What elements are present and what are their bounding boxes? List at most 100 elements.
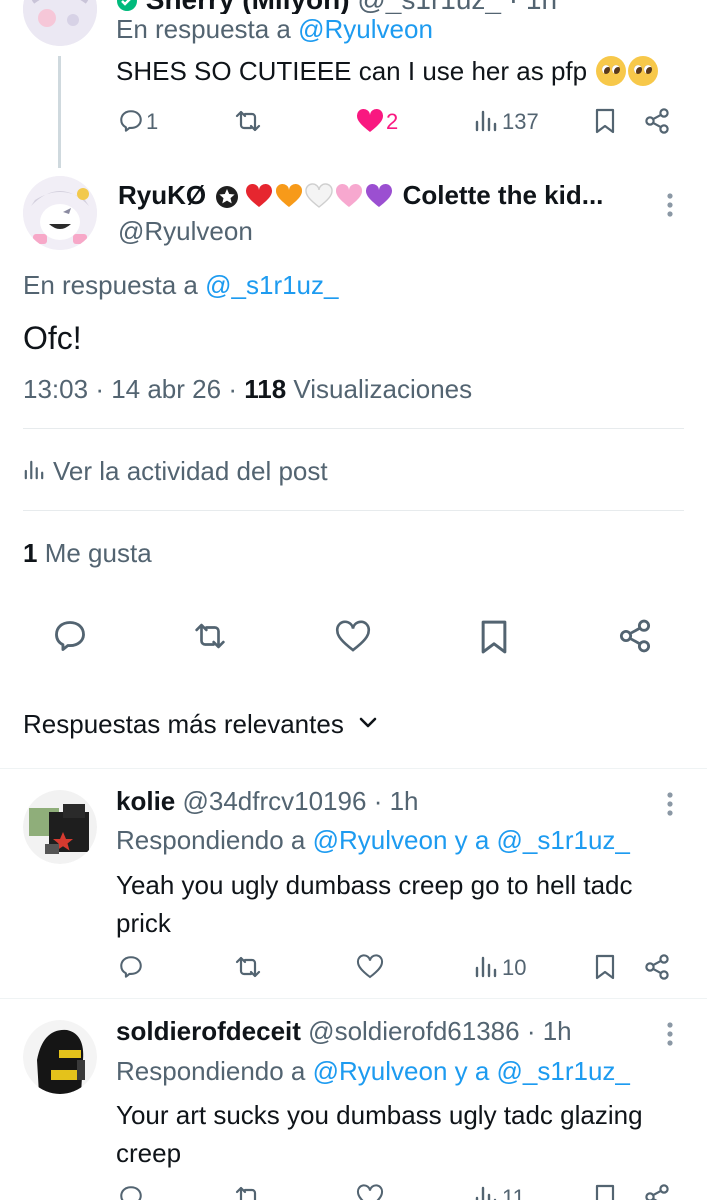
reply-text-line: prick [116,908,171,938]
pleading-face-emoji [628,56,659,86]
chevron-down-icon [359,717,379,731]
author-handle[interactable]: @34dfrcv10196 [182,786,366,816]
bookmark-icon[interactable] [594,1183,616,1200]
avatar-art [23,176,97,250]
more-icon[interactable] [666,192,674,218]
likes-count: 1 [23,538,38,568]
views-count: 10 [502,955,527,980]
reply-context: En respuesta a @_s1r1uz_ [23,270,338,301]
reply-text: Yeah you ugly dumbass creep go to hell t… [116,866,633,942]
reply-icon[interactable] [118,1184,144,1200]
tweet-meta: 13:03 · 14 abr 26 · 118 Visualizaciones [23,374,472,405]
share-icon[interactable] [644,107,670,135]
like-icon[interactable] [334,620,372,654]
reply-text-line: Yeah you ugly dumbass creep go to hell t… [116,870,633,900]
author-name[interactable]: RyuKØ [118,180,206,210]
divider [0,768,707,769]
divider [23,428,684,429]
reply-prefix: En respuesta a [116,14,291,44]
parent-header: Sherry (Miiyon) @_s1r1uz_ · 1h [116,0,557,14]
share-icon[interactable] [618,618,652,654]
views-icon [23,460,47,482]
reply-icon[interactable] [118,108,144,134]
views-count: 137 [502,109,539,134]
orange-heart-emoji [275,183,303,209]
post-activity-link[interactable]: Ver la actividad del post [23,456,328,487]
verified-icon [116,0,138,12]
white-heart-emoji [305,183,334,209]
reply-text-line: creep [116,1138,182,1168]
author-name[interactable]: kolie [116,786,175,816]
more-icon[interactable] [666,1021,674,1047]
purple-heart-emoji [365,183,393,209]
divider [23,510,684,511]
bookmark-icon[interactable] [479,618,509,656]
share-icon[interactable] [644,1183,670,1200]
avatar-art [23,0,97,46]
bookmark-icon[interactable] [594,953,616,981]
reply-prefix: En respuesta a [23,270,198,300]
reply-time[interactable]: · 1h [527,1016,572,1046]
reply-handles-link[interactable]: @Ryulveon y a @_s1r1uz_ [313,825,630,855]
meta-dot: · [228,374,245,404]
author-name[interactable]: soldierofdeceit [116,1016,301,1046]
activity-label[interactable]: Ver la actividad del post [53,456,328,486]
retweet-icon[interactable] [232,1183,264,1200]
avatar-art [23,1020,97,1094]
pleading-face-emoji [596,56,627,86]
tweet-text: Ofc! [23,320,82,356]
author-name-tail[interactable]: Colette the kid... [403,180,604,210]
avatar[interactable] [23,176,97,250]
avatar-art [23,790,97,864]
thread-line [58,56,61,168]
views-icon[interactable] [474,110,498,132]
sort-label: Respuestas más relevantes [23,709,344,739]
like-icon[interactable] [356,954,384,980]
reply-text: Your art sucks you dumbass ugly tadc gla… [116,1096,643,1172]
views-icon[interactable] [474,1186,498,1200]
tweet-time[interactable]: 13:03 [23,374,88,404]
reply-handle-link[interactable]: @Ryulveon [298,14,433,44]
retweet-icon[interactable] [232,953,264,981]
tweet-date[interactable]: 14 abr 26 [111,374,221,404]
reply-icon[interactable] [52,618,88,654]
views-label: Visualizaciones [293,374,473,404]
views-icon[interactable] [474,956,498,978]
avatar[interactable] [23,790,97,864]
reply-prefix: Respondiendo a [116,825,306,855]
reply-time[interactable]: · 1h [374,786,419,816]
reply-handle-link[interactable]: @_s1r1uz_ [205,270,338,300]
avatar[interactable] [23,0,97,46]
reply-context: En respuesta a @Ryulveon [116,14,433,45]
share-icon[interactable] [644,953,670,981]
like-icon[interactable] [356,1184,384,1200]
views-count: 118 [244,374,287,404]
author-handle[interactable]: @Ryulveon [118,216,253,247]
reply-icon[interactable] [118,954,144,980]
author-name[interactable]: Sherry (Miiyon) [146,0,350,14]
reply-prefix: Respondiendo a [116,1056,306,1086]
meta-dot: · [95,374,112,404]
reply-context: Respondiendo a @Ryulveon y a @_s1r1uz_ [116,825,630,856]
views-count: 11 [502,1185,525,1200]
name-emojis [215,180,402,210]
replies-sort-dropdown[interactable]: Respuestas más relevantes [23,709,379,740]
bookmark-icon[interactable] [594,107,616,135]
reply-header: soldierofdeceit @soldierofd61386 · 1h [116,1016,572,1047]
reply-count: 1 [146,109,159,134]
reply-text-line: Your art sucks you dumbass ugly tadc gla… [116,1100,643,1130]
pink-heart-emoji [335,183,363,209]
author-handle[interactable]: @_s1r1uz_ · 1h [357,0,557,14]
tweet-text: SHES SO CUTIEEE can I use her as pfp [116,56,659,87]
likes-summary[interactable]: 1 Me gusta [23,538,152,569]
author-name-row[interactable]: RyuKØ Colette the kid... [118,180,638,211]
reply-handles-link[interactable]: @Ryulveon y a @_s1r1uz_ [313,1056,630,1086]
retweet-icon[interactable] [232,107,264,135]
likes-label: Me gusta [44,538,152,568]
avatar[interactable] [23,1020,97,1094]
author-handle[interactable]: @soldierofd61386 [308,1016,519,1046]
retweet-icon[interactable] [190,619,230,653]
more-icon[interactable] [666,791,674,817]
red-heart-emoji [245,183,273,209]
like-icon[interactable] [356,108,384,134]
